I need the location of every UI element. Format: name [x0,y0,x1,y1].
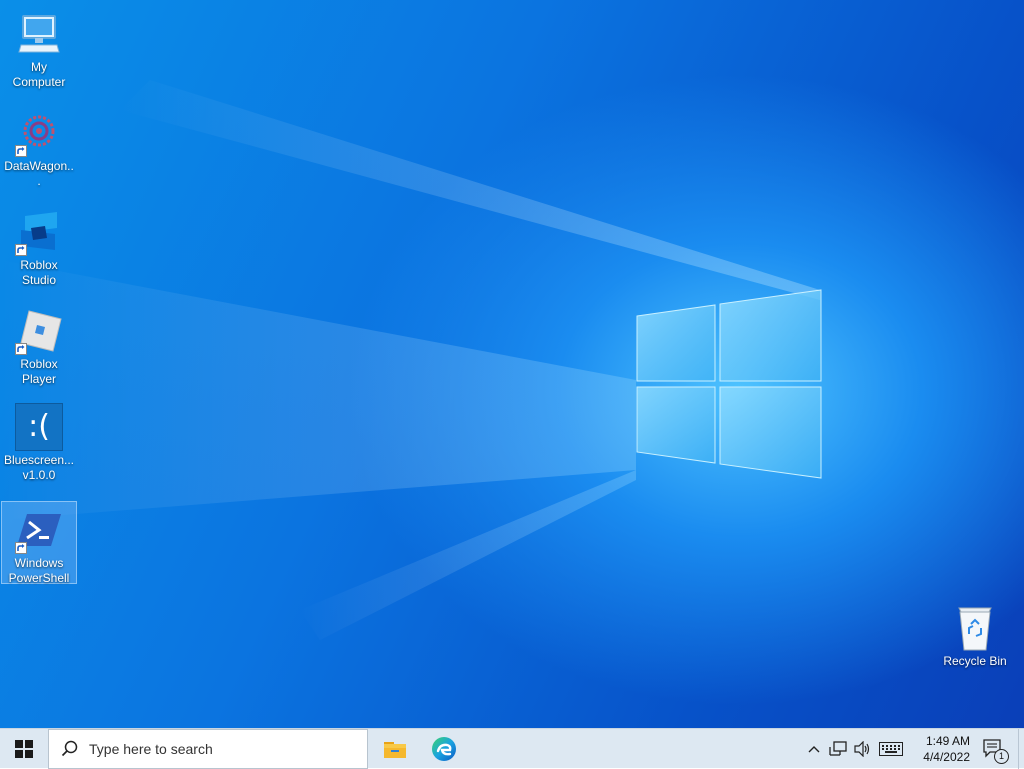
file-explorer-button[interactable] [374,729,416,769]
desktop-icon-recycle-bin[interactable]: Recycle Bin [937,600,1013,669]
show-desktop-button[interactable] [1018,729,1024,769]
edge-icon [432,737,456,761]
touch-keyboard-button[interactable] [877,729,905,769]
network-button[interactable] [826,729,850,769]
shortcut-arrow-icon [15,343,27,355]
desktop-icon-label: My Computer [12,60,66,89]
desktop-icon-label: Roblox Studio [20,258,58,287]
chevron-up-icon [808,746,820,753]
taskbar: Type here to search 1:49 AM 4/4/2022 1 [0,728,1024,769]
desktop-icon-label: Windows PowerShell [8,556,70,585]
desktop-icon-roblox-studio[interactable]: Roblox Studio [1,204,77,288]
keyboard-icon [879,742,903,756]
desktop-icon-my-computer[interactable]: My Computer [1,6,77,90]
desktop-icon-label: Recycle Bin [943,654,1007,668]
shortcut-arrow-icon [15,244,27,256]
search-icon [61,740,78,757]
desktop-icon-windows-powershell[interactable]: Windows PowerShell [1,501,77,585]
bluescreen-sad-face-icon: :( [15,403,63,451]
desktop-icon-label: Bluescreen... v1.0.0 [3,453,75,482]
desktop[interactable]: My Computer DataWagon... Roblox Studio R… [0,0,1024,728]
roblox-player-icon [15,307,63,355]
clock-button[interactable]: 1:49 AM 4/4/2022 [908,729,970,769]
shortcut-arrow-icon [15,145,27,157]
search-box[interactable]: Type here to search [48,729,368,769]
windows-logo-icon [15,740,33,758]
shortcut-arrow-icon [15,542,27,554]
desktop-icon-roblox-player[interactable]: Roblox Player [1,303,77,387]
search-placeholder: Type here to search [89,741,213,757]
computer-icon [15,10,63,58]
notification-count-badge: 1 [994,749,1009,764]
recycle-bin-icon [951,604,999,652]
volume-button[interactable] [851,729,875,769]
action-center-button[interactable]: 1 [976,729,1010,769]
wallpaper-light-beams [0,80,822,640]
clock-date: 4/4/2022 [923,750,970,764]
powershell-icon [15,506,63,554]
show-hidden-icons-button[interactable] [804,729,824,769]
roblox-studio-icon [15,208,63,256]
speaker-icon [854,741,870,757]
folder-icon [384,742,406,758]
desktop-icon-label: DataWagon... [4,159,74,188]
datawagon-icon [15,109,63,157]
desktop-icon-bluescreen[interactable]: :( Bluescreen... v1.0.0 [1,399,77,483]
clock-time: 1:49 AM [925,734,970,748]
desktop-icon-datawagon[interactable]: DataWagon... [1,105,77,189]
edge-browser-button[interactable] [422,729,466,769]
sad-face-glyph: :( [28,409,50,444]
network-icon [829,741,847,756]
desktop-icon-label: Roblox Player [20,357,58,386]
start-button[interactable] [0,729,48,769]
